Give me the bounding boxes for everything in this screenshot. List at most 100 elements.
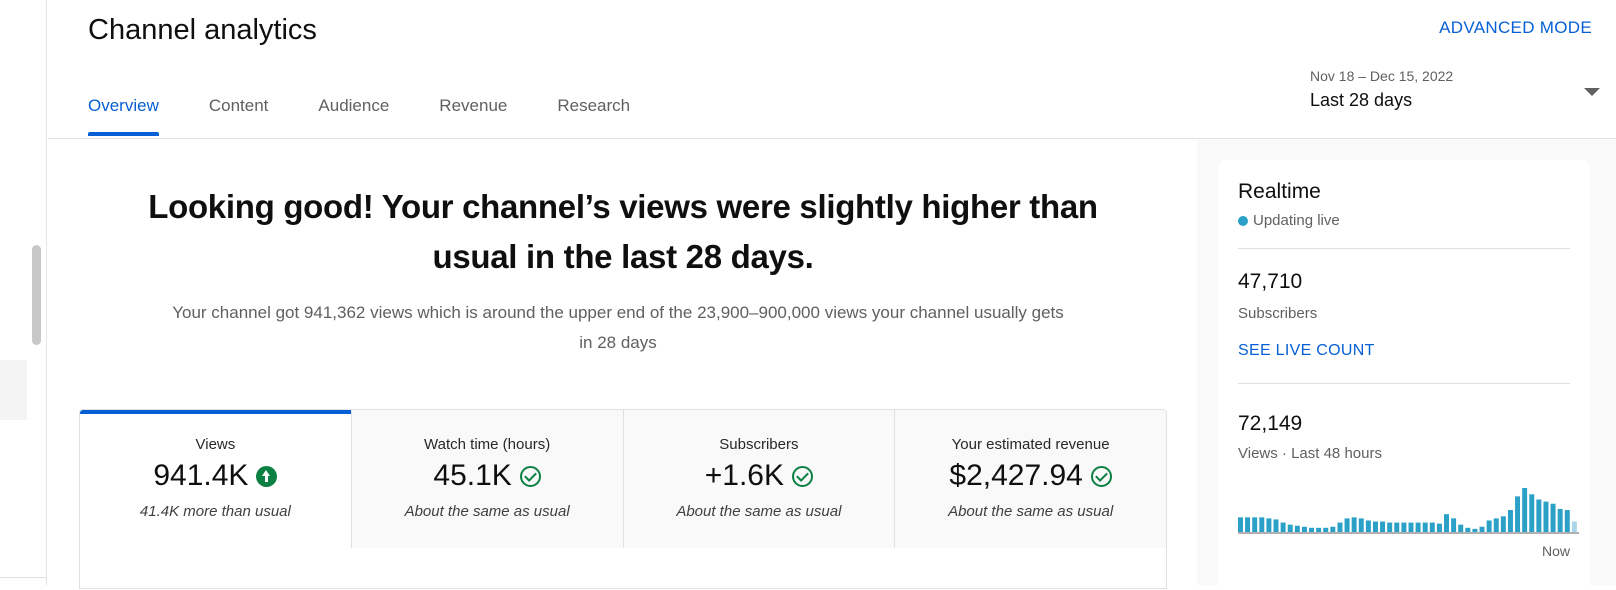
tab-revenue[interactable]: Revenue	[439, 96, 507, 136]
views-sparkline[interactable]	[1238, 475, 1590, 555]
sparkline-bar[interactable]	[1252, 517, 1258, 532]
live-label: Updating live	[1253, 212, 1340, 229]
now-label: Now	[1541, 543, 1570, 559]
live-dot-icon	[1238, 215, 1248, 226]
sparkline-bar[interactable]	[1394, 522, 1400, 532]
tab-content[interactable]: Content	[209, 96, 269, 136]
metric-note: About the same as usual	[948, 503, 1114, 520]
sparkline-bar[interactable]	[1351, 517, 1357, 532]
sparkline-bar[interactable]	[1571, 521, 1577, 532]
sparkline-bar[interactable]	[1465, 527, 1471, 532]
metric-value-row: 45.1K	[352, 459, 623, 493]
metric-name: Subscribers	[719, 436, 799, 453]
metric-card-views[interactable]: Views 941.4K 41.4K more than usual	[80, 410, 351, 548]
check-circle-icon	[1090, 465, 1112, 487]
sparkline-bar[interactable]	[1522, 488, 1528, 532]
metric-card-subscribers[interactable]: Subscribers +1.6K About the same as usua…	[622, 410, 895, 548]
insight-summary: Your channel got 941,362 views which is …	[172, 303, 1064, 352]
sparkline-bar[interactable]	[1245, 517, 1251, 532]
sparkline-bar[interactable]	[1330, 526, 1336, 532]
views-count: 72,149	[1238, 412, 1303, 435]
overview-main: Looking good! Your channel’s views were …	[48, 140, 1197, 589]
dropdown-arrow-icon[interactable]	[1584, 88, 1600, 96]
date-range-picker[interactable]: Nov 18 – Dec 15, 2022 Last 28 days	[1310, 68, 1600, 118]
see-live-count-link[interactable]: SEE LIVE COUNT	[1238, 342, 1375, 360]
sparkline-bar[interactable]	[1472, 528, 1478, 532]
rail-nav-item[interactable]	[0, 360, 27, 420]
sparkline-bar[interactable]	[1564, 510, 1570, 532]
sparkline-bar[interactable]	[1372, 521, 1378, 532]
sparkline-bar[interactable]	[1294, 525, 1300, 532]
date-range-label: Last 28 days	[1310, 90, 1413, 110]
divider	[1238, 383, 1570, 384]
tab-audience[interactable]: Audience	[318, 96, 389, 136]
sparkline-bar[interactable]	[1259, 517, 1265, 532]
sparkline-bar[interactable]	[1479, 526, 1485, 532]
metric-card-watch-time[interactable]: Watch time (hours) 45.1K About the same …	[350, 410, 623, 548]
realtime-title: Realtime	[1238, 180, 1321, 203]
sparkline-bar[interactable]	[1238, 517, 1243, 532]
sparkline-bar[interactable]	[1316, 527, 1322, 532]
sparkline-bar[interactable]	[1358, 518, 1364, 532]
sparkline-bar[interactable]	[1543, 501, 1549, 532]
metric-value-row: 941.4K	[80, 459, 351, 493]
tab-research[interactable]: Research	[557, 96, 630, 136]
subscribers-count: 47,710	[1238, 270, 1303, 293]
updating-live-indicator: Updating live	[1238, 212, 1340, 229]
sparkline-bar[interactable]	[1380, 521, 1386, 532]
sparkline-bar[interactable]	[1415, 522, 1421, 532]
sparkline-bar[interactable]	[1458, 524, 1464, 532]
realtime-card: Realtime Updating live 47,710 Subscriber…	[1218, 160, 1590, 590]
page-header: Channel analytics ADVANCED MODE Overview…	[48, 0, 1616, 139]
sparkline-bar[interactable]	[1507, 510, 1513, 532]
sparkline-bar[interactable]	[1536, 499, 1542, 532]
sparkline-bar[interactable]	[1436, 523, 1442, 532]
sparkline-bar[interactable]	[1323, 527, 1329, 532]
arrow-up-icon	[256, 465, 278, 487]
metric-value-row: $2,427.94	[895, 459, 1166, 493]
sparkline-bar[interactable]	[1422, 522, 1428, 532]
insight-headline: Looking good! Your channel’s views were …	[148, 188, 1098, 275]
sparkline-bar[interactable]	[1309, 527, 1315, 532]
metric-note: About the same as usual	[676, 503, 842, 520]
metric-name: Your estimated revenue	[951, 436, 1110, 453]
sparkline-bar[interactable]	[1429, 522, 1435, 532]
metric-value: $2,427.94	[949, 459, 1083, 492]
metric-value-row: +1.6K	[624, 459, 895, 493]
sparkline-bar[interactable]	[1444, 514, 1449, 532]
sparkline-bar[interactable]	[1344, 518, 1350, 532]
sparkline-bar[interactable]	[1401, 522, 1407, 532]
sparkline-bar[interactable]	[1451, 518, 1457, 532]
page-title: Channel analytics	[88, 14, 317, 46]
metric-note: About the same as usual	[404, 503, 570, 520]
metric-note: 41.4K more than usual	[139, 503, 291, 520]
rail-divider	[0, 577, 47, 578]
sparkline-bar[interactable]	[1280, 522, 1286, 532]
metric-name: Watch time (hours)	[424, 436, 551, 453]
tab-bar: Overview Content Audience Revenue Resear…	[88, 96, 680, 136]
sparkline-bar[interactable]	[1365, 520, 1371, 532]
sparkline-bar[interactable]	[1273, 519, 1279, 532]
sparkline-bar[interactable]	[1550, 503, 1556, 532]
sparkline-bar[interactable]	[1486, 520, 1492, 532]
tab-overview[interactable]: Overview	[88, 96, 159, 136]
sparkline-bar[interactable]	[1301, 526, 1307, 532]
sparkline-bar[interactable]	[1408, 522, 1414, 532]
scrollbar-thumb[interactable]	[32, 245, 41, 345]
sparkline-bar[interactable]	[1387, 522, 1393, 532]
views-label: Views · Last 48 hours	[1238, 445, 1382, 462]
sparkline-bar[interactable]	[1266, 518, 1272, 532]
metric-cards: Views 941.4K 41.4K more than usual Watch…	[79, 409, 1167, 589]
sparkline-bar[interactable]	[1287, 524, 1293, 532]
sparkline-bar[interactable]	[1515, 496, 1521, 532]
metric-card-revenue[interactable]: Your estimated revenue $2,427.94 About t…	[894, 410, 1166, 548]
advanced-mode-button[interactable]: ADVANCED MODE	[1439, 18, 1592, 38]
sparkline-bar[interactable]	[1500, 516, 1506, 532]
check-circle-icon	[791, 465, 813, 487]
sparkline-bar[interactable]	[1529, 494, 1535, 532]
sparkline-bar[interactable]	[1493, 518, 1499, 532]
metric-value: 45.1K	[433, 459, 512, 492]
sparkline-bar[interactable]	[1557, 508, 1563, 532]
sparkline-bar[interactable]	[1337, 522, 1343, 532]
subscribers-label: Subscribers	[1238, 305, 1318, 322]
